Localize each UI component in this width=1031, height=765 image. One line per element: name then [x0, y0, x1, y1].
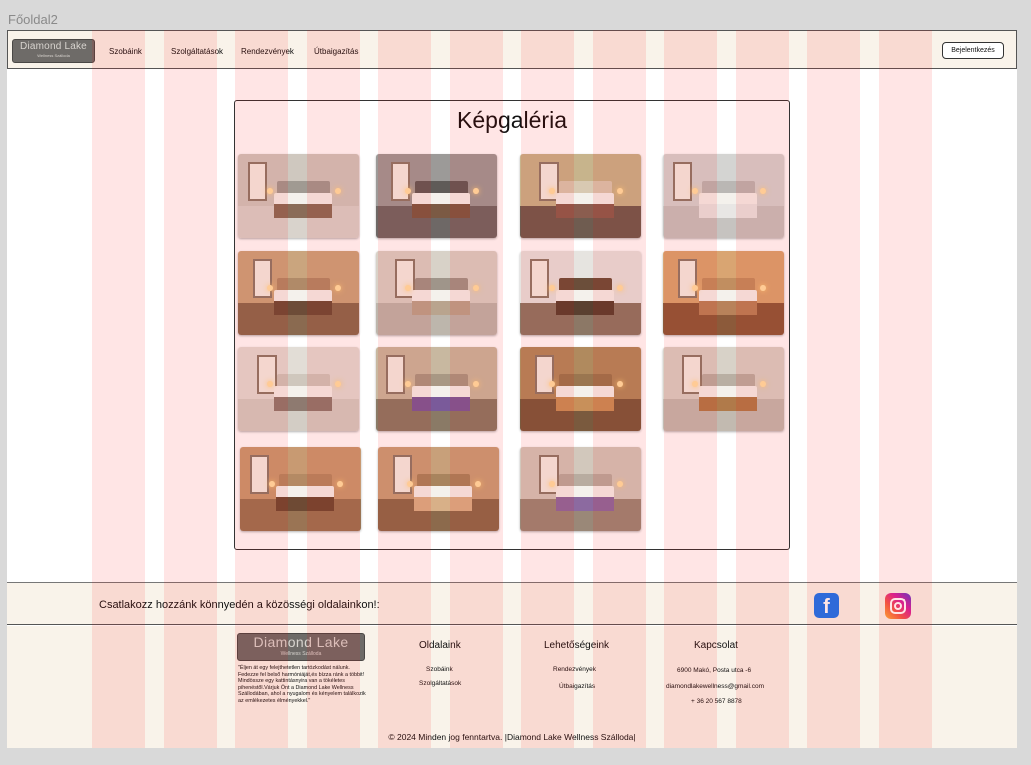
- gallery-photo[interactable]: [663, 251, 784, 335]
- footer-col-lehetosegeink-title: Lehetőségeink: [544, 640, 610, 651]
- footer-link-rendezvenyek[interactable]: Rendezvények: [553, 666, 596, 673]
- header: Diamond Lake Wellness Szálloda Szobáink …: [7, 30, 1017, 69]
- login-button[interactable]: Bejelentkezés: [942, 42, 1004, 59]
- gallery-photo[interactable]: [376, 251, 497, 335]
- logo-sub-text: Wellness Szálloda: [37, 53, 70, 58]
- copyright: © 2024 Minden jog fenntartva. |Diamond L…: [388, 732, 636, 742]
- page-canvas: Diamond Lake Wellness Szálloda Szobáink …: [7, 30, 1017, 748]
- footer-address: 6900 Makó, Posta utca -6: [677, 667, 752, 674]
- nav-rendezvenyek[interactable]: Rendezvények: [241, 47, 294, 56]
- gallery-photo[interactable]: [663, 154, 784, 238]
- gallery-photo[interactable]: [240, 447, 361, 531]
- social-bar: Csatlakozz hozzánk könnyedén a közösségi…: [7, 582, 1017, 625]
- gallery-photo[interactable]: [520, 154, 641, 238]
- footer-description: "Éljen át egy felejthetetlen tartózkodás…: [238, 665, 366, 704]
- footer-link-utbaigazitas[interactable]: Útbaigazítás: [559, 683, 595, 690]
- footer-col-oldalaink-title: Oldalaink: [419, 640, 461, 651]
- footer-col-kapcsolat-title: Kapcsolat: [694, 640, 738, 651]
- footer: Diamond Lake Wellness Szálloda "Éljen át…: [7, 626, 1017, 748]
- gallery-photo[interactable]: [663, 347, 784, 431]
- gallery-panel: Képgaléria: [234, 100, 790, 550]
- social-text: Csatlakozz hozzánk könnyedén a közösségi…: [99, 599, 380, 611]
- gallery-photo[interactable]: [520, 447, 641, 531]
- gallery-photo[interactable]: [378, 447, 499, 531]
- footer-email[interactable]: diamondlakewellness@gmail.com: [666, 683, 764, 690]
- footer-link-szobaink[interactable]: Szobáink: [426, 666, 453, 673]
- footer-link-szolgaltatasok[interactable]: Szolgáltatások: [419, 680, 461, 687]
- instagram-icon[interactable]: [885, 593, 911, 619]
- frame-label: Főoldal2: [8, 12, 58, 27]
- nav-szolgaltatasok[interactable]: Szolgáltatások: [171, 47, 223, 56]
- footer-phone: + 36 20 567 8878: [691, 698, 742, 705]
- gallery-title: Képgaléria: [457, 107, 567, 133]
- logo[interactable]: Diamond Lake Wellness Szálloda: [12, 39, 95, 63]
- gallery-photo[interactable]: [238, 154, 359, 238]
- logo-main-text: Diamond Lake: [20, 41, 87, 52]
- nav-utbaigazitas[interactable]: Útbaigazítás: [314, 47, 358, 56]
- facebook-icon[interactable]: f: [814, 593, 839, 618]
- gallery-photo[interactable]: [520, 347, 641, 431]
- footer-logo-sub-text: Wellness Szálloda: [280, 651, 322, 657]
- footer-logo[interactable]: Diamond Lake Wellness Szálloda: [237, 633, 365, 661]
- gallery-photo[interactable]: [520, 251, 641, 335]
- gallery-photo[interactable]: [238, 347, 359, 431]
- nav-szobaink[interactable]: Szobáink: [109, 47, 142, 56]
- gallery-photo[interactable]: [376, 347, 497, 431]
- footer-logo-main-text: Diamond Lake: [253, 634, 349, 650]
- gallery-photo[interactable]: [238, 251, 359, 335]
- gallery-photo[interactable]: [376, 154, 497, 238]
